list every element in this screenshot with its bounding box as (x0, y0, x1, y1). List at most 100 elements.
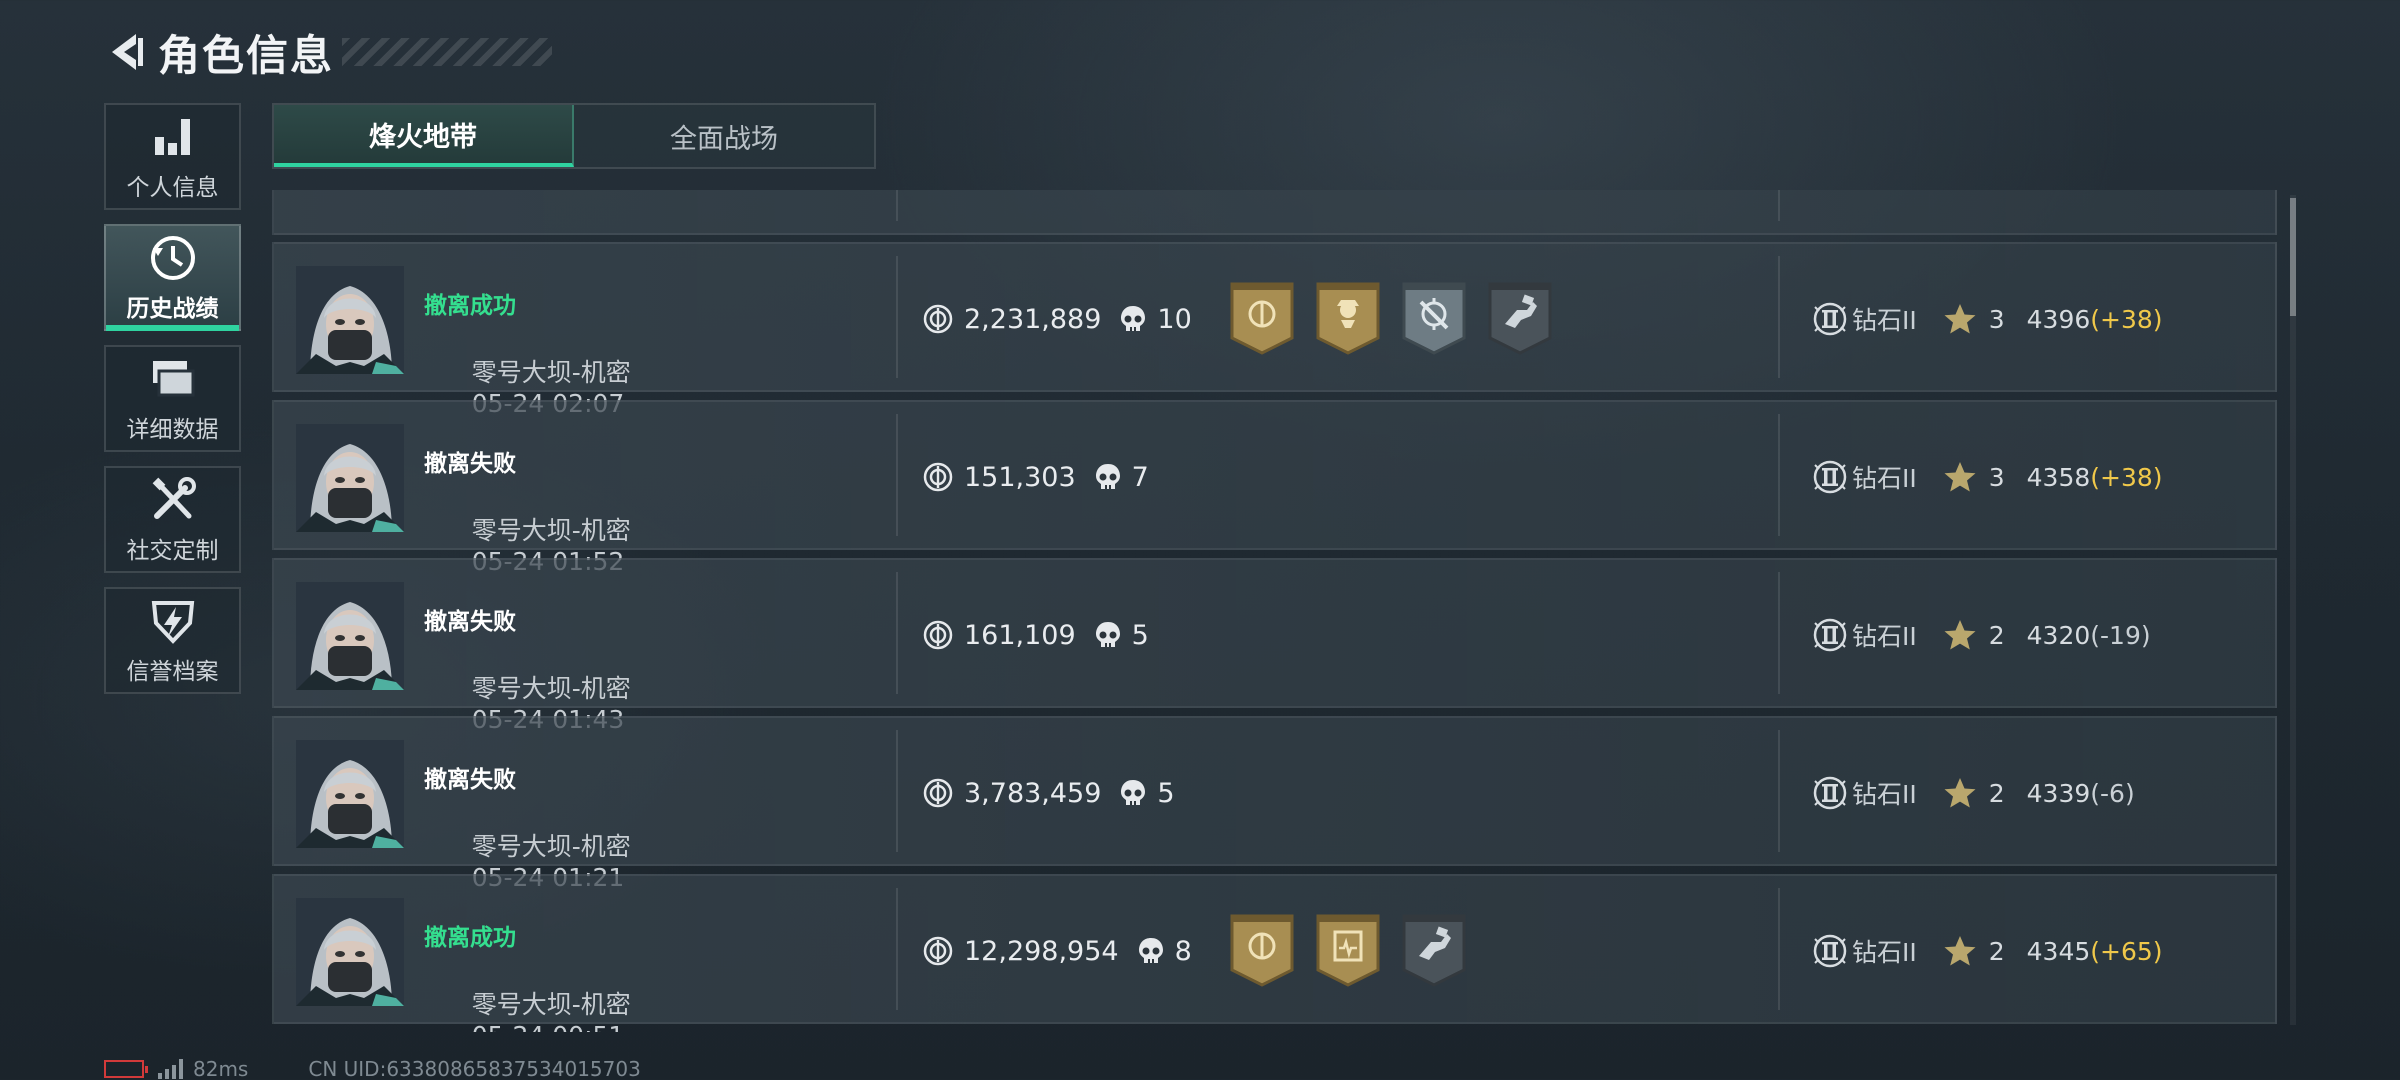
score-delta: (-19) (2090, 620, 2151, 650)
rank-name: 钻石II (1852, 938, 1917, 967)
table-row-partial (272, 190, 2277, 235)
score-value: 4358 (2026, 462, 2091, 492)
gold-safe-badge-icon (1315, 912, 1381, 988)
skull-kills-icon (1137, 936, 1165, 966)
table-row[interactable]: 撤离成功 零号大坝-机密 05-24 02:07 2,231,889 10 (272, 242, 2277, 418)
sidebar-item-label: 社交定制 (126, 537, 219, 564)
match-result: 撤离成功 (424, 925, 516, 951)
silver-crosshair-badge-icon (1401, 280, 1467, 356)
achievement-badges (1229, 280, 1553, 356)
header: 角色信息 (104, 22, 553, 82)
diamond-rank-icon (1812, 933, 1848, 969)
rank-info: 钻石II 3 4396(+38) (1812, 244, 2163, 394)
loot-stats: 12,298,954 8 (922, 876, 1192, 1026)
sidebar-item-label: 详细数据 (126, 416, 219, 443)
page-title: 角色信息 (158, 30, 335, 80)
skull-kills-icon (1119, 778, 1147, 808)
operator-portrait (296, 424, 404, 532)
skull-kills-icon (1094, 620, 1122, 650)
rank-info: 钻石II 2 4345(+65) (1812, 876, 2163, 1026)
diamond-rank-icon (1812, 617, 1848, 653)
bar-chart-icon (148, 112, 198, 162)
sidebar-item-history[interactable]: 历史战绩 (104, 224, 241, 331)
ping-value: 82ms (193, 1057, 249, 1080)
sidebar-item-profile[interactable]: 个人信息 (104, 103, 241, 210)
shield-bolt-icon (148, 596, 198, 646)
loot-stats: 151,303 7 (922, 402, 1149, 552)
sidebar-item-label: 信誉档案 (126, 658, 219, 685)
column-divider (1778, 190, 1780, 221)
star-icon (1943, 302, 1977, 336)
table-row[interactable]: 撤离失败 零号大坝-机密 05-24 01:43 161,109 5 (272, 558, 2277, 734)
table-row[interactable]: 撤离失败 零号大坝-机密 05-24 01:52 151,303 7 (272, 400, 2277, 576)
map-name: 零号大坝-机密 (471, 990, 639, 1019)
history-clock-icon (148, 233, 198, 283)
scrollbar-thumb[interactable] (2290, 198, 2296, 316)
rank-score: 4396(+38) (2027, 305, 2163, 334)
currency-coin-icon (922, 777, 954, 809)
currency-coin-icon (922, 619, 954, 651)
table-row[interactable]: 撤离失败 零号大坝-机密 05-24 01:21 3,783,459 5 (272, 716, 2277, 892)
column-divider (896, 730, 898, 852)
rank-score: 4358(+38) (2027, 463, 2163, 492)
scrollbar-track[interactable] (2290, 195, 2296, 1025)
star-count: 3 (1988, 462, 2005, 492)
skull-kills-icon (1119, 304, 1147, 334)
sidebar-item-detailed-data[interactable]: 详细数据 (104, 345, 241, 452)
operator-portrait (296, 740, 404, 848)
user-uid: CN UID:6338086583753401570​3 (308, 1057, 641, 1080)
column-divider (1778, 730, 1780, 852)
sidebar-item-label: 个人信息 (126, 174, 219, 201)
loot-stats: 3,783,459 5 (922, 718, 1175, 868)
rank-score: 4345(+65) (2027, 937, 2163, 966)
sidebar-item-social[interactable]: 社交定制 (104, 466, 241, 573)
extracted-value: 151,303 (964, 461, 1076, 493)
map-name: 零号大坝-机密 (471, 832, 639, 861)
column-divider (1778, 888, 1780, 1010)
score-delta: (+65) (2090, 936, 2163, 966)
mode-tabs: 烽火地带 全面战场 (272, 103, 876, 169)
sidebar-item-reputation[interactable]: 信誉档案 (104, 587, 241, 694)
gray-hand-badge-icon (1487, 280, 1553, 356)
column-divider (1778, 256, 1780, 378)
star-count: 2 (1988, 936, 2005, 966)
match-result: 撤离失败 (424, 767, 516, 793)
sidebar: 个人信息 历史战绩 详细数据 社交定制 信誉档案 (104, 103, 241, 708)
extracted-value: 2,231,889 (964, 303, 1102, 335)
column-divider (896, 572, 898, 694)
column-divider (896, 888, 898, 1010)
score-value: 4345 (2026, 936, 2091, 966)
match-history-list[interactable]: 撤离成功 零号大坝-机密 05-24 02:07 2,231,889 10 (272, 190, 2277, 1032)
loot-stats: 161,109 5 (922, 560, 1149, 710)
title-decoration (342, 38, 553, 66)
column-divider (1778, 572, 1780, 694)
score-value: 4396 (2026, 304, 2091, 334)
status-footer: 82ms CN UID:6338086583753401570​3 (104, 1055, 641, 1080)
star-icon (1943, 934, 1977, 968)
currency-coin-icon (922, 303, 954, 335)
rank-score: 4339(-6) (2027, 779, 2135, 808)
extracted-value: 3,783,459 (964, 777, 1102, 809)
gold-shield-badge-icon (1229, 912, 1295, 988)
score-delta: (+38) (2090, 462, 2163, 492)
skull-kills-icon (1094, 462, 1122, 492)
map-and-time: 零号大坝-机密 05-24 00:51 (424, 956, 639, 1032)
map-name: 零号大坝-机密 (471, 674, 639, 703)
diamond-rank-icon (1812, 775, 1848, 811)
currency-coin-icon (922, 935, 954, 967)
stacked-cards-icon (148, 354, 198, 404)
diamond-rank-icon (1812, 459, 1848, 495)
rank-name: 钻石II (1852, 780, 1917, 809)
tab-warzone-extraction[interactable]: 烽火地带 (274, 105, 574, 167)
kill-count: 5 (1131, 619, 1149, 651)
operator-portrait (296, 898, 404, 1006)
back-arrow-icon[interactable] (104, 27, 148, 77)
kill-count: 5 (1157, 777, 1175, 809)
table-row[interactable]: 撤离成功 零号大坝-机密 05-24 00:51 12,298,954 8 (272, 874, 2277, 1032)
operator-portrait (296, 266, 404, 374)
tab-full-battlefield[interactable]: 全面战场 (574, 105, 874, 167)
sidebar-item-label: 历史战绩 (126, 295, 219, 322)
kill-count: 10 (1157, 303, 1192, 335)
extracted-value: 12,298,954 (964, 935, 1119, 967)
kill-count: 8 (1174, 935, 1192, 967)
